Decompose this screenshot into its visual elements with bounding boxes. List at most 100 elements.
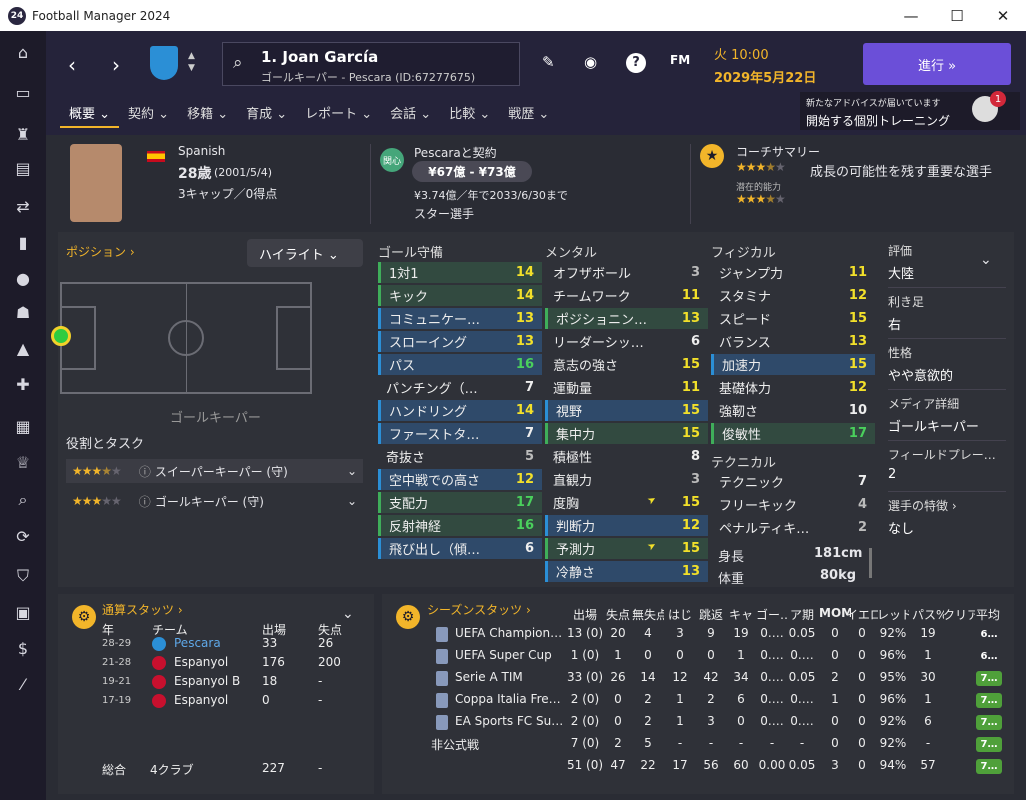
help-icon[interactable]: ? [626,53,646,73]
fm-icon[interactable]: FM [670,53,690,67]
player-search-box[interactable]: ⌕ 1. Joan García ゴールキーパー - Pescara (ID:6… [222,42,520,86]
tab-talk[interactable]: 会話 ⌄ [381,101,440,128]
attribute-row: 奇抜さ 5 [378,446,542,467]
chevron-down-icon[interactable]: ⌄ [980,252,992,268]
data-icon[interactable]: ▮ [12,231,34,253]
info-label: 利き足 [888,295,925,309]
attribute-value: 7 [524,426,534,441]
squad-icon[interactable]: ♜ [12,123,34,145]
career-cell: 33 [262,636,278,650]
maximize-button[interactable]: ☐ [934,0,980,31]
career-team[interactable]: Pescara [174,636,221,650]
search-icon[interactable]: ⌕ [12,489,34,511]
trend-icon[interactable]: ⁄ [12,673,34,695]
finance-icon[interactable]: $ [12,637,34,659]
ball-icon[interactable]: ● [12,267,34,289]
role-row[interactable]: ★★★★★ ⓘ ゴールキーパー (守) ⌄ [66,489,363,513]
spain-flag-icon [147,151,165,162]
tab-contract[interactable]: 契約 ⌄ [119,101,178,128]
attribute-value: 10 [848,403,867,418]
career-team[interactable]: Espanyol [174,655,228,669]
attribute-label: パンチング（… [386,382,478,397]
attribute-label: 1対1 [389,267,419,282]
interest-icon: 関心 [380,148,404,172]
tab-history[interactable]: 戦歴 ⌄ [499,101,558,128]
info-item[interactable]: フィールドプレー… 2 [888,446,1006,492]
attribute-row: 意志の強さ 15 [545,354,708,375]
club-icon[interactable]: ⛉ [12,565,34,587]
player-status: スター選手 [414,207,475,221]
chevron-down-icon[interactable]: ⌄ [347,464,357,478]
calendar-icon[interactable]: ▦ [12,415,34,437]
info-item[interactable]: メディア詳細 ゴールキーパー [888,395,1006,441]
career-team[interactable]: Espanyol B [174,674,240,688]
season-cell: 57 [920,758,936,772]
competition-name[interactable]: 非公式戦 [431,736,541,753]
tab-reports[interactable]: レポート ⌄ [296,101,381,128]
competition-name[interactable]: Serie A TIM [455,670,565,684]
coach-title: コーチサマリー [736,145,821,159]
info-item[interactable]: 利き足右 [888,293,1006,339]
career-cell: - [318,693,323,707]
forward-arrow-icon[interactable]: › [112,53,120,77]
transfer-icon[interactable]: ⟳ [12,525,34,547]
career-title[interactable]: 通算スタッツ › [102,601,183,618]
info-label: 性格 [888,346,913,360]
position-title[interactable]: ポジション › [66,243,135,260]
tab-overview[interactable]: 概要 ⌄ [60,101,120,128]
tab-transfer[interactable]: 移籍 ⌄ [178,101,237,128]
attribute-label: スタミナ [719,290,772,305]
info-item[interactable]: 選手の特徴 › なし [888,497,1006,537]
attribute-value: 11 [681,380,700,395]
info-label: フィールドプレー… [888,448,996,462]
highlight-dropdown[interactable]: ハイライト ⌄ [247,239,363,267]
competition-name[interactable]: EA Sports FC Su… [455,714,565,728]
tactics-icon[interactable]: ⇄ [12,195,34,217]
training-icon[interactable]: ▲ [12,337,34,359]
attribute-value: 12 [681,518,700,533]
document-icon[interactable]: ▤ [12,157,34,179]
attribute-row: 集中力 15 [545,423,708,444]
back-arrow-icon[interactable]: ‹ [68,53,76,77]
competition-name[interactable]: UEFA Super Cup [455,648,565,662]
career-header-year: 年 [102,623,115,637]
close-button[interactable]: ✕ [980,0,1026,31]
season-cell: 1 [924,648,932,662]
attribute-label: 度胸 [553,497,580,512]
medical-icon[interactable]: ✚ [12,373,34,395]
minimize-button[interactable]: — [888,0,934,31]
continue-button[interactable]: 進行 » [863,43,1011,85]
attribute-value: 7 [524,380,534,395]
career-team[interactable]: Espanyol [174,693,228,707]
chevron-down-icon[interactable]: ⌄ [347,494,357,508]
edit-icon[interactable]: ✎ [542,53,555,71]
advice-notification[interactable]: 新たなアドバイスが届いています 開始する個別トレーニング 1 [800,91,1020,130]
career-cell: - [318,674,323,688]
role-row[interactable]: ★★★★★ ⓘ スイーパーキーパー (守) ⌄ [66,459,363,483]
tab-development[interactable]: 育成 ⌄ [237,101,296,128]
competition-icon [436,649,448,664]
season-title[interactable]: シーズンスタッツ › [427,601,531,618]
competition-name[interactable]: Coppa Italia Fre… [455,692,565,706]
role-name: スイーパーキーパー (守) [154,464,288,479]
roles-title: 役割とタスク [66,437,145,452]
scrollbar[interactable] [869,548,872,578]
chevron-down-icon[interactable]: ⌄ [342,606,354,622]
club-crest-icon[interactable] [150,46,178,80]
briefcase-icon[interactable]: ▣ [12,601,34,623]
competition-name[interactable]: UEFA Champion… [455,626,565,640]
player-switch-icon[interactable]: ▲ ▼ [188,50,195,74]
staff-icon[interactable]: ☗ [12,301,34,323]
potential-ability-stars: ★★★★★ [736,192,786,206]
info-value: ゴールキーパー [888,420,979,435]
attribute-row: スタミナ 12 [711,285,875,306]
home-icon[interactable]: ⌂ [12,41,34,63]
average-rating-value: 7… [976,715,1002,730]
scout-icon[interactable]: ◉ [584,53,597,71]
value-pill[interactable]: ¥67億 - ¥73億 [412,161,532,182]
trophy-icon[interactable]: ♕ [12,451,34,473]
info-item[interactable]: 性格 やや意欲的 [888,344,1006,390]
tab-compare[interactable]: 比較 ⌄ [440,101,499,128]
inbox-icon[interactable]: ▭ [12,81,34,103]
average-rating-value: 7… [976,671,1002,686]
